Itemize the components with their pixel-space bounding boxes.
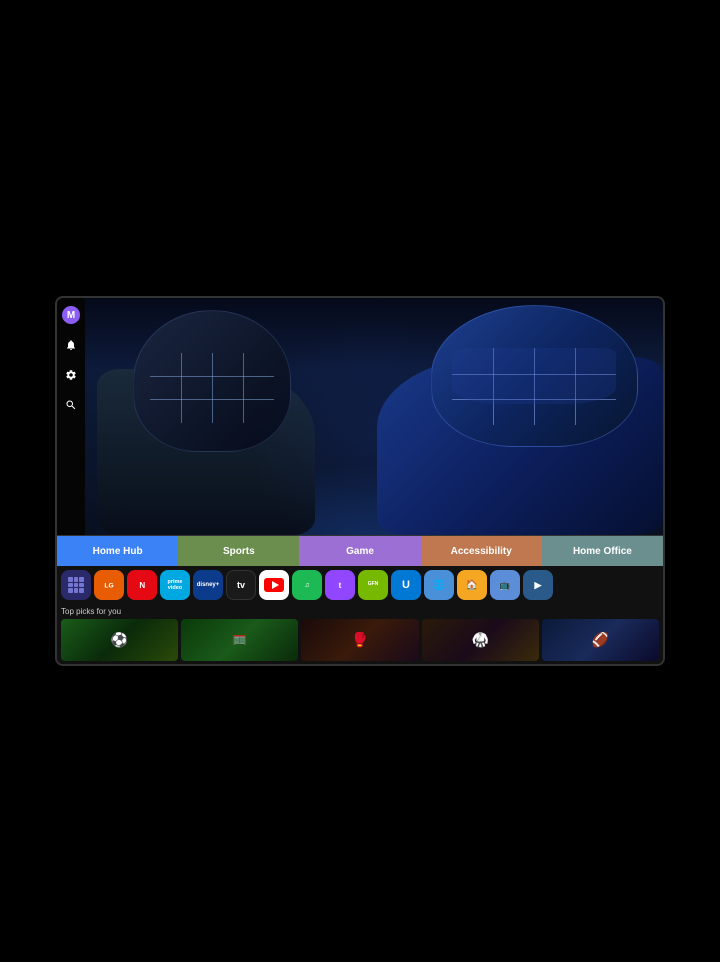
top-picks-label: Top picks for you bbox=[61, 607, 659, 616]
app-spotify[interactable]: ♫ bbox=[292, 570, 322, 600]
app-twitch[interactable]: t bbox=[325, 570, 355, 600]
app-all-apps[interactable] bbox=[61, 570, 91, 600]
user-avatar[interactable]: M bbox=[62, 306, 80, 324]
app-browser[interactable]: 🌐 bbox=[424, 570, 454, 600]
app-ubisoft[interactable]: U bbox=[391, 570, 421, 600]
notification-icon[interactable] bbox=[62, 336, 80, 354]
app-netflix[interactable]: N bbox=[127, 570, 157, 600]
svg-text:LG: LG bbox=[104, 583, 113, 590]
app-youtube[interactable] bbox=[259, 570, 289, 600]
tv-content: M bbox=[57, 298, 663, 535]
search-icon[interactable] bbox=[62, 396, 80, 414]
thumbnail-soccer-ball[interactable] bbox=[61, 619, 178, 661]
thumbnail-football[interactable] bbox=[542, 619, 659, 661]
hockey-scene bbox=[85, 298, 663, 535]
thumbnail-boxing[interactable] bbox=[301, 619, 418, 661]
app-more[interactable]: ▶ bbox=[523, 570, 553, 600]
app-disney-plus[interactable]: disney+ bbox=[193, 570, 223, 600]
category-tabs: Home Hub Sports Game Accessibility Home … bbox=[57, 536, 663, 566]
app-apple-tv[interactable]: tv bbox=[226, 570, 256, 600]
top-picks-section: Top picks for you bbox=[57, 604, 663, 664]
app-lg-channels[interactable]: LG bbox=[94, 570, 124, 600]
tab-sports[interactable]: Sports bbox=[178, 536, 299, 566]
tv-frame: M bbox=[55, 296, 665, 666]
hero-area bbox=[85, 298, 663, 535]
app-screen-share[interactable]: 📺 bbox=[490, 570, 520, 600]
tab-game[interactable]: Game bbox=[299, 536, 420, 566]
tab-home-office[interactable]: Home Office bbox=[542, 536, 663, 566]
thumbnail-soccer-goal[interactable] bbox=[181, 619, 298, 661]
settings-icon[interactable] bbox=[62, 366, 80, 384]
sidebar: M bbox=[57, 298, 85, 535]
tab-accessibility[interactable]: Accessibility bbox=[421, 536, 542, 566]
tab-home-hub[interactable]: Home Hub bbox=[57, 536, 178, 566]
app-prime-video[interactable]: primevideo bbox=[160, 570, 190, 600]
nav-bar: Home Hub Sports Game Accessibility Home … bbox=[57, 535, 663, 664]
app-smart-home[interactable]: 🏠 bbox=[457, 570, 487, 600]
apps-row: LG N primevideo disney+ tv ♫ t GFN bbox=[57, 566, 663, 604]
thumbnail-fighting[interactable] bbox=[422, 619, 539, 661]
thumbnails-row bbox=[61, 619, 659, 661]
app-nvidia-geforce[interactable]: GFN bbox=[358, 570, 388, 600]
